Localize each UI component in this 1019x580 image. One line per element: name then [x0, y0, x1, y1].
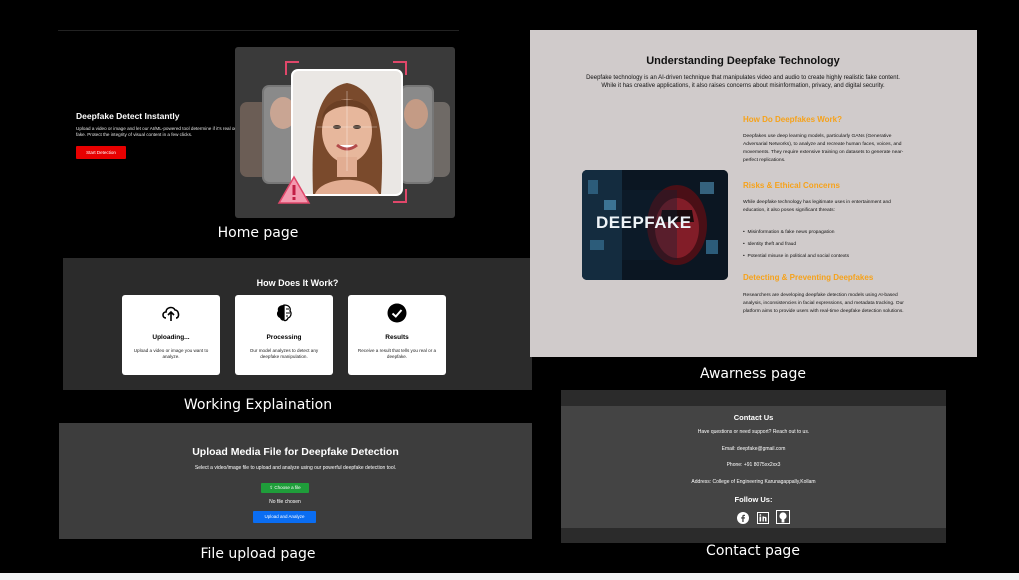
- file-upload-preview: Upload Media File for Deepfake Detection…: [59, 423, 532, 539]
- upload-caption: File upload page: [200, 546, 316, 562]
- awareness-intro: Deepfake technology is an AI-driven tech…: [586, 75, 900, 89]
- working-explanation-preview: How Does It Work? Uploading... Upload a …: [63, 258, 532, 390]
- hero-description: Upload a video or image and let our AI/M…: [76, 126, 236, 137]
- results-title: Results: [385, 334, 409, 341]
- uploading-card: Uploading... Upload a video or image you…: [122, 295, 220, 375]
- how-deepfakes-work-text: Deepfakes use deep learning models, part…: [743, 134, 904, 163]
- awareness-caption: Awarness page: [699, 366, 807, 382]
- awareness-title: Understanding Deepfake Technology: [646, 55, 840, 67]
- hero-title: Deepfake Detect Instantly: [76, 111, 180, 121]
- no-file-chosen-text: No file chosen: [269, 499, 301, 505]
- uploading-title: Uploading...: [152, 334, 190, 341]
- screenshot-canvas: Deepfake Detect Instantly Upload a video…: [0, 0, 1019, 573]
- choose-file-button[interactable]: ⇪ Choose a file: [261, 483, 309, 493]
- brain-icon: [276, 304, 292, 322]
- detecting-heading: Detecting & Preventing Deepfakes: [743, 273, 874, 282]
- risks-text: While deepfake technology has legitimate…: [743, 200, 891, 213]
- awareness-preview: Understanding Deepfake Technology Deepfa…: [530, 30, 977, 357]
- uploading-desc: Upload a video or image you want to anal…: [133, 348, 209, 359]
- scan-bracket-tr: [393, 61, 407, 75]
- hero-illustration: [235, 47, 455, 218]
- upload-title: Upload Media File for Deepfake Detection: [192, 446, 399, 458]
- contact-caption: Contact page: [706, 543, 800, 559]
- warning-icon: [277, 175, 311, 204]
- check-circle-icon: [387, 303, 407, 323]
- github-icon[interactable]: [776, 510, 790, 524]
- deepfake-image-text: DEEPFAKE: [596, 213, 692, 232]
- start-detection-button[interactable]: Start Detection: [76, 146, 126, 159]
- scan-bracket-tl: [285, 61, 299, 75]
- contact-address: Address: College of Engineering Karunaga…: [691, 479, 816, 485]
- results-desc: Receive a result that tells you real or …: [357, 348, 437, 359]
- facebook-icon[interactable]: [737, 512, 749, 524]
- cloud-upload-icon: [162, 306, 180, 321]
- contact-email: Email: deepfake@gmail.com: [721, 446, 786, 452]
- deepfake-banner-image: DEEPFAKE: [582, 170, 728, 280]
- linkedin-icon[interactable]: [757, 512, 769, 524]
- contact-phone: Phone: +91 8075xx2xx3: [726, 462, 781, 468]
- how-deepfakes-work-heading: How Do Deepfakes Work?: [743, 115, 842, 124]
- processing-title: Processing: [266, 334, 302, 341]
- risk-bullet: • Potential misuse in political and soci…: [743, 254, 850, 259]
- home-page-caption: Home page: [217, 225, 299, 241]
- processing-desc: Our model analyzes to detect any deepfak…: [249, 348, 319, 359]
- upload-subtitle: Select a video/image file to upload and …: [194, 465, 397, 471]
- processing-card: Processing Our model analyzes to detect …: [235, 295, 333, 375]
- upload-analyze-button[interactable]: Upload and Analyze: [253, 511, 316, 523]
- choose-file-label: Choose a file: [274, 485, 301, 490]
- working-caption: Working Explaination: [183, 397, 333, 413]
- risks-heading: Risks & Ethical Concerns: [743, 181, 840, 190]
- risk-bullet: • Identity theft and fraud: [743, 242, 797, 247]
- contact-preview: Contact Us Have questions or need suppor…: [561, 406, 946, 528]
- face-card-right: [400, 85, 434, 184]
- contact-title: Contact Us: [733, 413, 774, 422]
- contact-subtitle: Have questions or need support? Reach ou…: [697, 429, 810, 435]
- follow-us-label: Follow Us:: [734, 495, 773, 504]
- risk-bullet: • Misinformation & fake news propagation: [743, 230, 835, 235]
- scan-bracket-br: [393, 189, 407, 203]
- detecting-text: Researchers are developing deepfake dete…: [743, 293, 904, 314]
- how-it-works-title: How Does It Work?: [256, 278, 339, 288]
- home-page-preview: Deepfake Detect Instantly Upload a video…: [58, 30, 459, 221]
- results-card: Results Receive a result that tells you …: [348, 295, 446, 375]
